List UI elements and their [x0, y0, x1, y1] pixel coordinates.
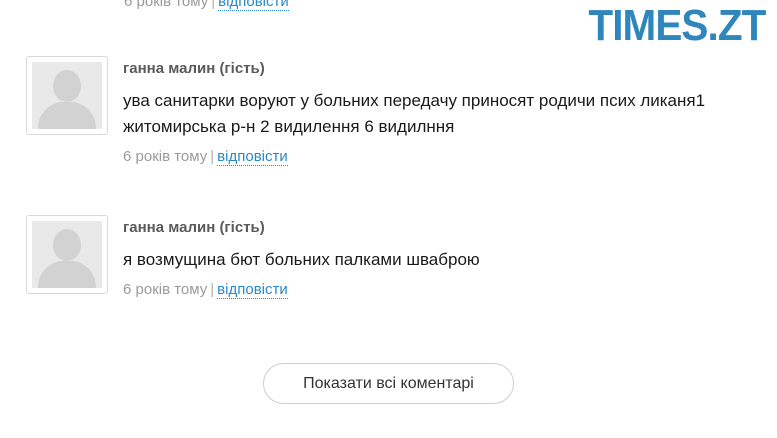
comment-body: ганна малин (гість) ува санитарки воруют…	[123, 56, 763, 167]
reply-link[interactable]: відповісти	[217, 281, 288, 299]
comment-author: ганна малин (гість)	[123, 60, 265, 77]
user-silhouette-icon	[32, 221, 102, 288]
avatar	[26, 56, 108, 135]
user-silhouette-icon	[32, 62, 102, 129]
meta-separator: |	[211, 0, 216, 10]
meta-separator: |	[210, 148, 215, 165]
reply-link[interactable]: відповісти	[217, 148, 288, 166]
comment-time: 6 років тому	[123, 148, 208, 165]
comment-time: 6 років тому	[124, 0, 209, 10]
comment-meta: 6 років тому | відповісти	[123, 280, 763, 300]
reply-link[interactable]: відповісти	[218, 0, 289, 11]
comment-text: ува санитарки воруют у больних передачу …	[123, 91, 706, 136]
previous-comment-meta: 6 років тому | відповісти	[124, 0, 289, 11]
comment-time: 6 років тому	[123, 281, 208, 298]
comments-page: 6 років тому | відповісти TIMES.ZT ганна м…	[0, 0, 777, 438]
comment-author: ганна малин (гість)	[123, 219, 265, 236]
comment-body: ганна малин (гість) я возмущина бют боль…	[123, 215, 763, 300]
avatar	[26, 215, 108, 294]
site-logo[interactable]: TIMES.ZT	[588, 4, 766, 48]
comment-text: я возмущина бют больних палками шваброю	[123, 250, 480, 269]
comment-meta: 6 років тому | відповісти	[123, 147, 763, 167]
meta-separator: |	[210, 281, 215, 298]
show-all-comments-button[interactable]: Показати всі коментарі	[263, 363, 514, 404]
